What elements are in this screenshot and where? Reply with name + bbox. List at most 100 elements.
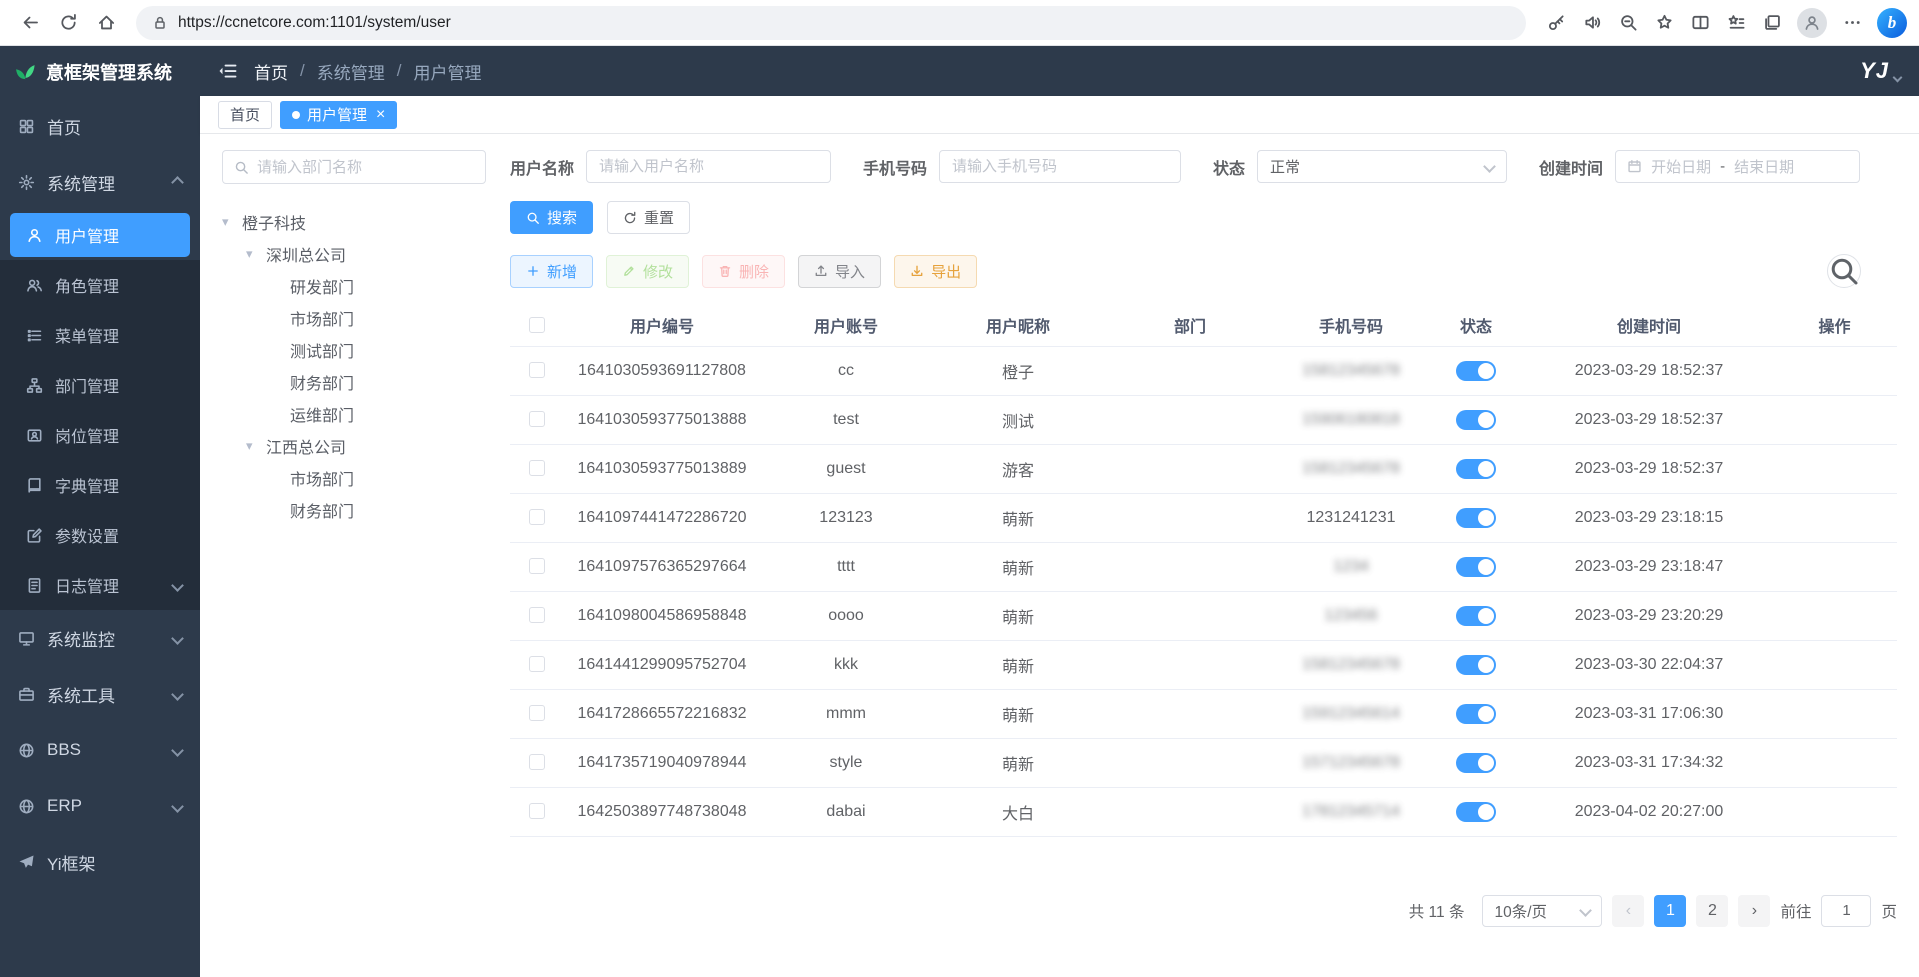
cell-user-id: 1641441299095752704 xyxy=(564,640,760,689)
row-checkbox[interactable] xyxy=(529,803,545,819)
chevron-down-icon xyxy=(171,632,184,645)
tab-user-management[interactable]: 用户管理× xyxy=(280,101,397,129)
profile-avatar[interactable] xyxy=(1797,8,1827,38)
refresh-icon[interactable] xyxy=(50,5,86,41)
sidebar-item-system-monitor[interactable]: 系统监控 xyxy=(0,610,200,666)
favorites-icon[interactable] xyxy=(1718,5,1754,41)
home-icon[interactable] xyxy=(88,5,124,41)
status-toggle[interactable] xyxy=(1456,802,1496,822)
cell-nickname: 测试 xyxy=(932,395,1104,444)
app-brand[interactable]: YJ xyxy=(1860,58,1901,84)
tree-node[interactable]: ▾深圳总公司 xyxy=(222,238,486,270)
status-toggle[interactable] xyxy=(1456,410,1496,430)
zoom-out-icon[interactable] xyxy=(1610,5,1646,41)
sidebar-item-bbs[interactable]: BBS xyxy=(0,722,200,778)
row-checkbox[interactable] xyxy=(529,362,545,378)
goto-page-input[interactable] xyxy=(1821,895,1871,927)
sidebar-item-label: 部门管理 xyxy=(55,373,119,397)
globe-icon xyxy=(18,742,35,759)
tree-caret-icon[interactable]: ▾ xyxy=(222,214,242,230)
status-toggle[interactable] xyxy=(1456,361,1496,381)
tree-node[interactable]: 市场部门 xyxy=(222,462,486,494)
select-all-checkbox[interactable] xyxy=(529,317,545,333)
sidebar-item-post-management[interactable]: 岗位管理 xyxy=(0,410,200,460)
import-button[interactable]: 导入 xyxy=(798,255,881,288)
dept-search[interactable] xyxy=(222,150,486,184)
dept-search-input[interactable] xyxy=(257,159,474,176)
sidebar-item-menu-management[interactable]: 菜单管理 xyxy=(0,310,200,360)
address-bar[interactable]: https://ccnetcore.com:1101/system/user xyxy=(136,6,1526,40)
phone-input[interactable] xyxy=(939,150,1181,183)
cell-created: 2023-03-29 23:18:47 xyxy=(1526,542,1772,591)
cell-nickname: 萌新 xyxy=(932,542,1104,591)
reset-button[interactable]: 重置 xyxy=(607,201,690,234)
row-checkbox[interactable] xyxy=(529,607,545,623)
tree-node[interactable]: 财务部门 xyxy=(222,494,486,526)
export-button[interactable]: 导出 xyxy=(894,255,977,288)
status-select[interactable]: 正常 xyxy=(1257,150,1507,183)
page-size-select[interactable]: 10条/页 xyxy=(1482,895,1602,927)
prev-page-button[interactable]: ‹ xyxy=(1612,895,1644,927)
favorite-add-icon[interactable] xyxy=(1646,5,1682,41)
copilot-icon[interactable]: b xyxy=(1877,8,1907,38)
tree-node[interactable]: 研发部门 xyxy=(222,270,486,302)
row-checkbox[interactable] xyxy=(529,460,545,476)
breadcrumb-item[interactable]: 用户管理 xyxy=(413,59,481,84)
collections-icon[interactable] xyxy=(1754,5,1790,41)
sidebar-item-home[interactable]: 首页 xyxy=(0,98,200,154)
back-icon[interactable] xyxy=(12,5,48,41)
add-button[interactable]: 新增 xyxy=(510,255,593,288)
row-checkbox[interactable] xyxy=(529,754,545,770)
status-toggle[interactable] xyxy=(1456,704,1496,724)
status-toggle[interactable] xyxy=(1456,753,1496,773)
tree-node[interactable]: 运维部门 xyxy=(222,398,486,430)
breadcrumb-item[interactable]: 系统管理 xyxy=(317,59,385,84)
row-checkbox[interactable] xyxy=(529,509,545,525)
delete-button[interactable]: 删除 xyxy=(702,255,785,288)
sidebar-item-erp[interactable]: ERP xyxy=(0,778,200,834)
breadcrumb-item[interactable]: 首页 xyxy=(254,59,288,84)
sidebar-item-param-settings[interactable]: 参数设置 xyxy=(0,510,200,560)
sidebar-item-system-tools[interactable]: 系统工具 xyxy=(0,666,200,722)
tab-home[interactable]: 首页 xyxy=(218,101,272,129)
split-screen-icon[interactable] xyxy=(1682,5,1718,41)
sidebar-toggle-icon[interactable] xyxy=(218,61,238,81)
row-checkbox[interactable] xyxy=(529,558,545,574)
tab-close-icon[interactable]: × xyxy=(376,107,385,123)
sidebar-item-dept-management[interactable]: 部门管理 xyxy=(0,360,200,410)
tree-caret-icon[interactable]: ▾ xyxy=(246,438,266,454)
cell-phone: 15812345678 xyxy=(1276,640,1426,689)
sidebar-item-system-management[interactable]: 系统管理 xyxy=(0,154,200,210)
sidebar-item-log-management[interactable]: 日志管理 xyxy=(0,560,200,610)
search-button[interactable]: 搜索 xyxy=(510,201,593,234)
row-checkbox[interactable] xyxy=(529,411,545,427)
next-page-button[interactable]: › xyxy=(1738,895,1770,927)
read-aloud-icon[interactable] xyxy=(1574,5,1610,41)
key-icon[interactable] xyxy=(1538,5,1574,41)
row-checkbox[interactable] xyxy=(529,656,545,672)
status-toggle[interactable] xyxy=(1456,606,1496,626)
status-toggle[interactable] xyxy=(1456,508,1496,528)
status-toggle[interactable] xyxy=(1456,557,1496,577)
page-button-2[interactable]: 2 xyxy=(1696,895,1728,927)
status-toggle[interactable] xyxy=(1456,459,1496,479)
tree-node[interactable]: ▾橙子科技 xyxy=(222,206,486,238)
status-toggle[interactable] xyxy=(1456,655,1496,675)
tree-caret-icon[interactable]: ▾ xyxy=(246,246,266,262)
toggle-search-icon[interactable] xyxy=(1827,254,1861,288)
page-button-1[interactable]: 1 xyxy=(1654,895,1686,927)
sidebar-item-user-management[interactable]: 用户管理 xyxy=(10,213,190,257)
sidebar-item-yi-framework[interactable]: Yi框架 xyxy=(0,834,200,890)
tree-node[interactable]: 财务部门 xyxy=(222,366,486,398)
tree-node[interactable]: ▾江西总公司 xyxy=(222,430,486,462)
tree-node[interactable]: 市场部门 xyxy=(222,302,486,334)
tree-node[interactable]: 测试部门 xyxy=(222,334,486,366)
more-icon[interactable] xyxy=(1834,5,1870,41)
date-range-picker[interactable]: 开始日期 - 结束日期 xyxy=(1615,150,1860,183)
sidebar-item-role-management[interactable]: 角色管理 xyxy=(0,260,200,310)
row-checkbox[interactable] xyxy=(529,705,545,721)
sidebar-item-dict-management[interactable]: 字典管理 xyxy=(0,460,200,510)
edit-button[interactable]: 修改 xyxy=(606,255,689,288)
phone-value: 15812345678 xyxy=(1302,656,1400,673)
username-input[interactable] xyxy=(586,150,831,183)
